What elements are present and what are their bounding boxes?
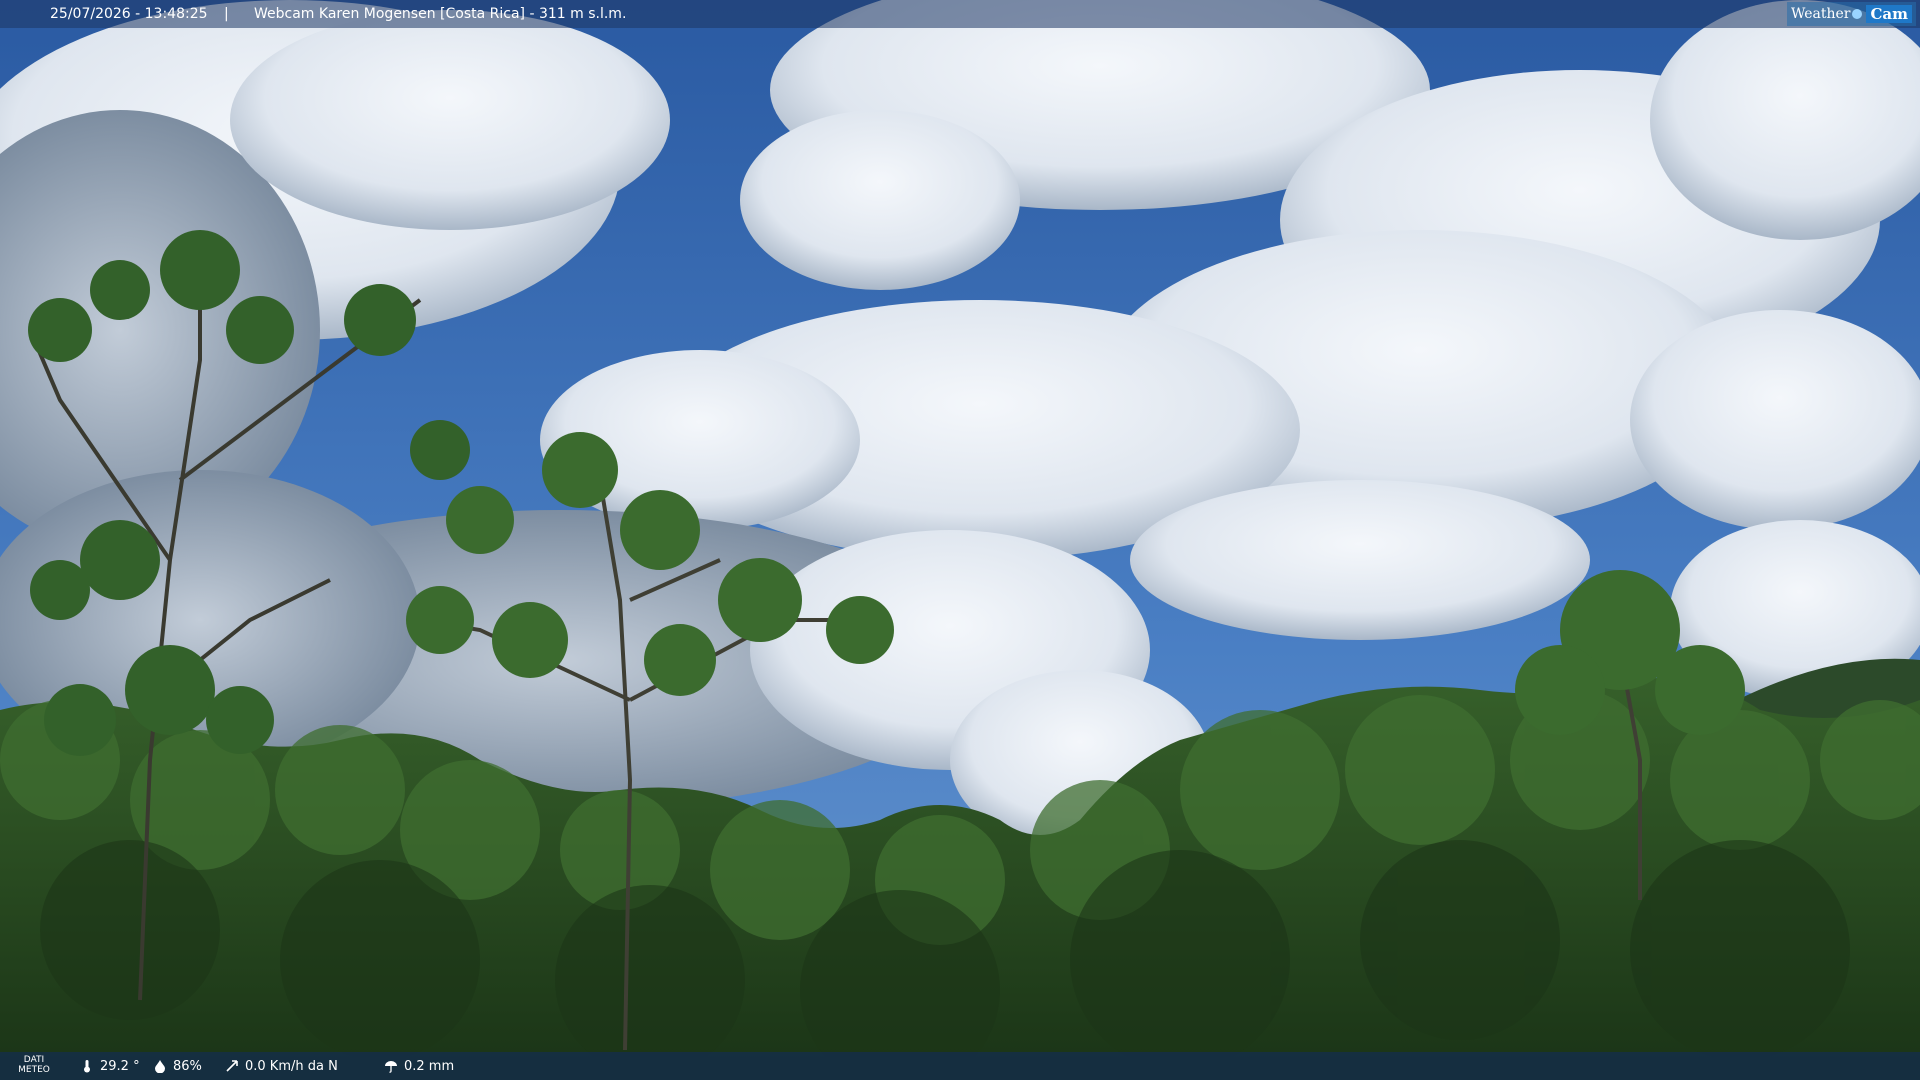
top-info-bar: 25/07/2026 - 13:48:25 | Webcam Karen Mog… — [0, 0, 1920, 28]
humidity-item: 86% — [153, 1052, 202, 1080]
weather-label-line2: METEO — [18, 1065, 50, 1075]
humidity-icon — [155, 1060, 165, 1073]
temperature-item: 29.2 ° — [80, 1052, 140, 1080]
camera-logo-icon — [1852, 9, 1863, 19]
wind-item: 0.0 Km/h da N — [225, 1052, 338, 1080]
separator: | — [224, 6, 229, 22]
weather-label-line1: DATI — [23, 1055, 45, 1065]
wind-value: 0.0 Km/h da N — [245, 1058, 338, 1074]
brand-right: Cam — [1866, 5, 1912, 23]
thermometer-icon — [84, 1060, 90, 1073]
webcam-title: Webcam Karen Mogensen [Costa Rica] - 311… — [254, 6, 627, 22]
wind-icon — [226, 1060, 238, 1072]
temperature-value: 29.2 ° — [100, 1058, 140, 1074]
datetime-text: 25/07/2026 - 13:48:25 — [50, 6, 208, 22]
brand-left: Weather — [1790, 6, 1851, 22]
weathercam-logo[interactable]: Weather Cam — [1786, 2, 1916, 26]
humidity-value: 86% — [173, 1058, 202, 1074]
rain-item: 0.2 mm — [384, 1052, 454, 1080]
rain-icon — [385, 1061, 397, 1073]
weather-data-bar: DATI METEO 29.2 ° 86% 0.0 Km/h da N 0.2 … — [0, 1052, 1920, 1080]
webcam-image — [0, 0, 1920, 1080]
weather-label: DATI METEO — [14, 1055, 54, 1075]
rain-value: 0.2 mm — [404, 1058, 455, 1074]
